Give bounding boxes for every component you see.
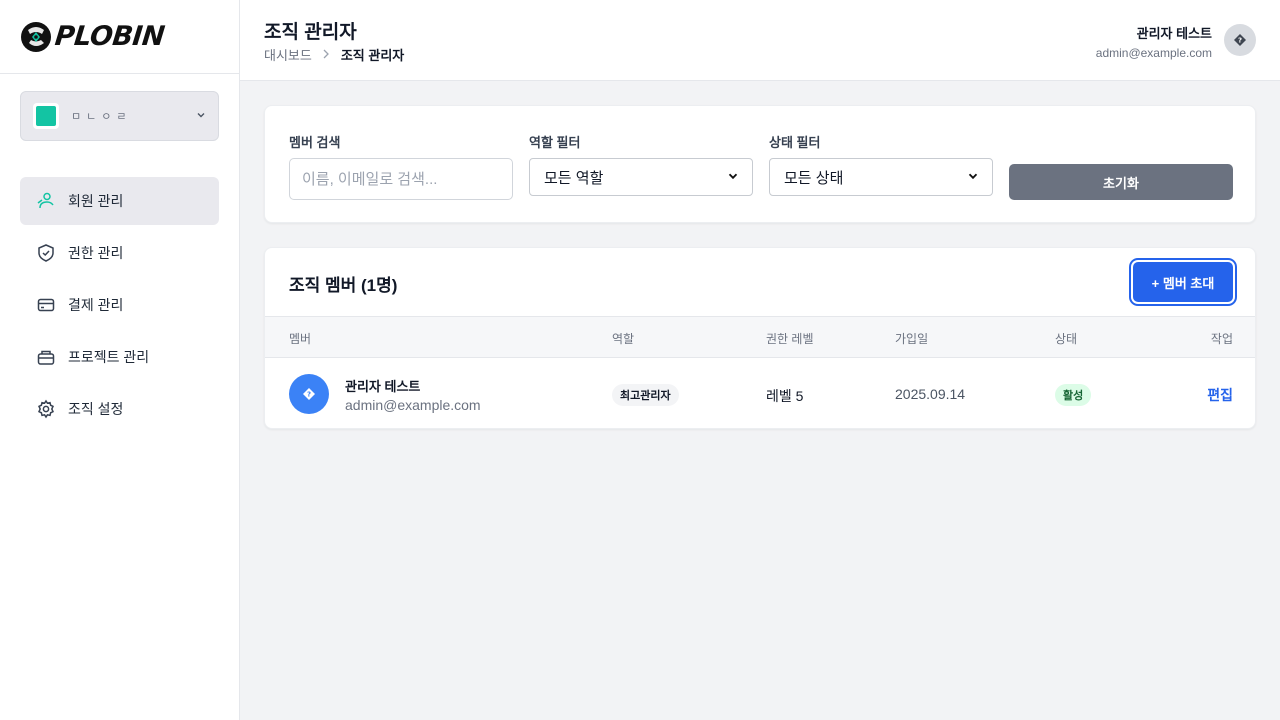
logo[interactable]: PLOBIN bbox=[0, 0, 239, 74]
user-email: admin@example.com bbox=[1095, 46, 1212, 60]
svg-text:?: ? bbox=[1238, 37, 1242, 45]
role-badge: 최고관리자 bbox=[612, 384, 679, 406]
briefcase-icon bbox=[36, 347, 56, 367]
brand-name: PLOBIN bbox=[53, 21, 166, 52]
org-selector[interactable]: ㅁㄴㅇㄹ bbox=[20, 91, 219, 141]
breadcrumb-current: 조직 관리자 bbox=[340, 48, 405, 63]
member-email: admin@example.com bbox=[345, 397, 481, 413]
sidebar-item-label: 권한 관리 bbox=[68, 245, 124, 261]
members-title: 조직 멤버 (1명) bbox=[289, 276, 398, 295]
chevron-down-icon bbox=[728, 170, 738, 184]
chevron-down-icon bbox=[196, 109, 206, 123]
status-filter-value: 모든 상태 bbox=[784, 169, 844, 187]
column-header-member: 멤버 bbox=[289, 332, 312, 346]
edit-member-link[interactable]: 편집 bbox=[1207, 385, 1233, 405]
filter-panel: 멤버 검색 역할 필터 모든 역할 상태 필터 모든 상태 초기화 bbox=[264, 105, 1256, 223]
column-header-role: 역할 bbox=[612, 332, 635, 346]
search-label: 멤버 검색 bbox=[289, 135, 341, 150]
invite-member-button[interactable]: + 멤버 초대 bbox=[1133, 262, 1233, 302]
shield-icon bbox=[36, 243, 56, 263]
column-header-joined: 가입일 bbox=[895, 332, 929, 346]
reset-button[interactable]: 초기화 bbox=[1009, 164, 1233, 200]
column-header-status: 상태 bbox=[1055, 332, 1078, 346]
user-name: 관리자 테스트 bbox=[1136, 26, 1212, 41]
credit-card-icon bbox=[36, 295, 56, 315]
sidebar-item-permissions[interactable]: 권한 관리 bbox=[20, 229, 219, 277]
role-filter-select[interactable]: 모든 역할 bbox=[529, 158, 753, 196]
sidebar-item-label: 프로젝트 관리 bbox=[68, 349, 150, 365]
sidebar-item-label: 회원 관리 bbox=[68, 193, 124, 209]
status-filter-select[interactable]: 모든 상태 bbox=[769, 158, 993, 196]
top-header: 조직 관리자 대시보드 조직 관리자 관리자 테스트 admin@example… bbox=[240, 0, 1280, 81]
user-info: 관리자 테스트 admin@example.com bbox=[1096, 23, 1212, 60]
breadcrumb: 대시보드 조직 관리자 bbox=[264, 45, 404, 64]
page-title: 조직 관리자 bbox=[264, 22, 357, 43]
members-panel: 조직 멤버 (1명) + 멤버 초대 멤버 역할 권한 레벨 가입일 상태 작업… bbox=[264, 247, 1256, 429]
sidebar: PLOBIN ㅁㄴㅇㄹ 회원 관리 권한 관리 결제 관리 프로젝트 관리 조직… bbox=[0, 0, 240, 720]
avatar[interactable]: ? bbox=[1224, 24, 1256, 56]
sidebar-item-members[interactable]: 회원 관리 bbox=[20, 177, 219, 225]
member-joined-date: 2025.09.14 bbox=[895, 386, 966, 402]
users-icon bbox=[36, 191, 56, 211]
sidebar-nav: 회원 관리 권한 관리 결제 관리 프로젝트 관리 조직 설정 bbox=[20, 177, 219, 437]
table-header: 멤버 역할 권한 레벨 가입일 상태 작업 bbox=[265, 316, 1255, 358]
breadcrumb-dashboard-link[interactable]: 대시보드 bbox=[264, 45, 312, 64]
role-filter-value: 모든 역할 bbox=[544, 169, 604, 187]
status-badge: 활성 bbox=[1055, 384, 1092, 406]
sidebar-item-projects[interactable]: 프로젝트 관리 bbox=[20, 333, 219, 381]
org-name: ㅁㄴㅇㄹ bbox=[71, 111, 132, 123]
role-filter-label: 역할 필터 bbox=[529, 135, 581, 150]
chevron-down-icon bbox=[968, 170, 978, 184]
sidebar-item-billing[interactable]: 결제 관리 bbox=[20, 281, 219, 329]
member-avatar: ? bbox=[289, 374, 329, 414]
member-level: 레벨 5 bbox=[766, 388, 804, 404]
column-header-action: 작업 bbox=[1210, 332, 1233, 346]
sidebar-item-org-settings[interactable]: 조직 설정 bbox=[20, 385, 219, 433]
user-avatar-icon: ? bbox=[1234, 34, 1246, 46]
column-header-level: 권한 레벨 bbox=[766, 332, 814, 346]
gear-icon bbox=[36, 399, 56, 419]
member-name: 관리자 테스트 bbox=[345, 379, 421, 394]
plobin-logo-icon bbox=[21, 21, 51, 52]
org-color-swatch bbox=[33, 103, 59, 129]
status-filter-label: 상태 필터 bbox=[769, 135, 821, 150]
member-avatar-icon: ? bbox=[303, 388, 315, 400]
sidebar-item-label: 결제 관리 bbox=[68, 297, 124, 313]
table-row: ? 관리자 테스트 admin@example.com 최고관리자 레벨 5 2… bbox=[265, 358, 1255, 428]
search-input[interactable] bbox=[289, 158, 513, 200]
svg-text:?: ? bbox=[307, 391, 311, 399]
sidebar-item-label: 조직 설정 bbox=[68, 401, 124, 417]
chevron-right-icon bbox=[322, 47, 330, 62]
